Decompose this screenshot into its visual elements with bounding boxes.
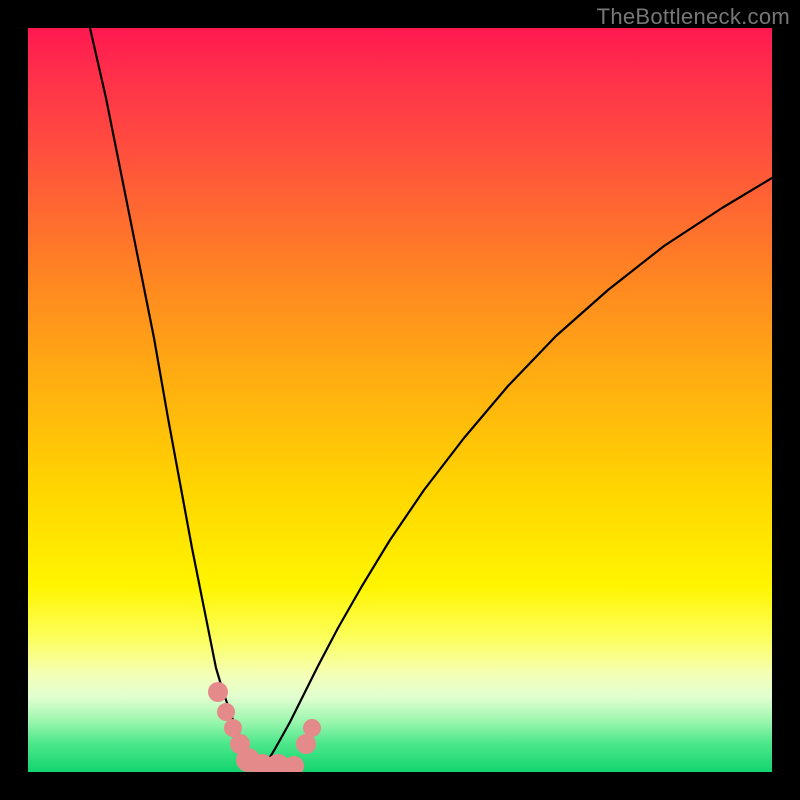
chart-svg <box>28 28 772 772</box>
curve-left-branch <box>90 28 260 766</box>
curve-right-branch <box>260 178 772 768</box>
curve-marker <box>217 703 235 721</box>
curve-marker <box>303 719 321 737</box>
curve-marker <box>208 682 228 702</box>
chart-frame <box>28 28 772 772</box>
curve-marker <box>296 734 316 754</box>
watermark-text: TheBottleneck.com <box>597 4 790 30</box>
